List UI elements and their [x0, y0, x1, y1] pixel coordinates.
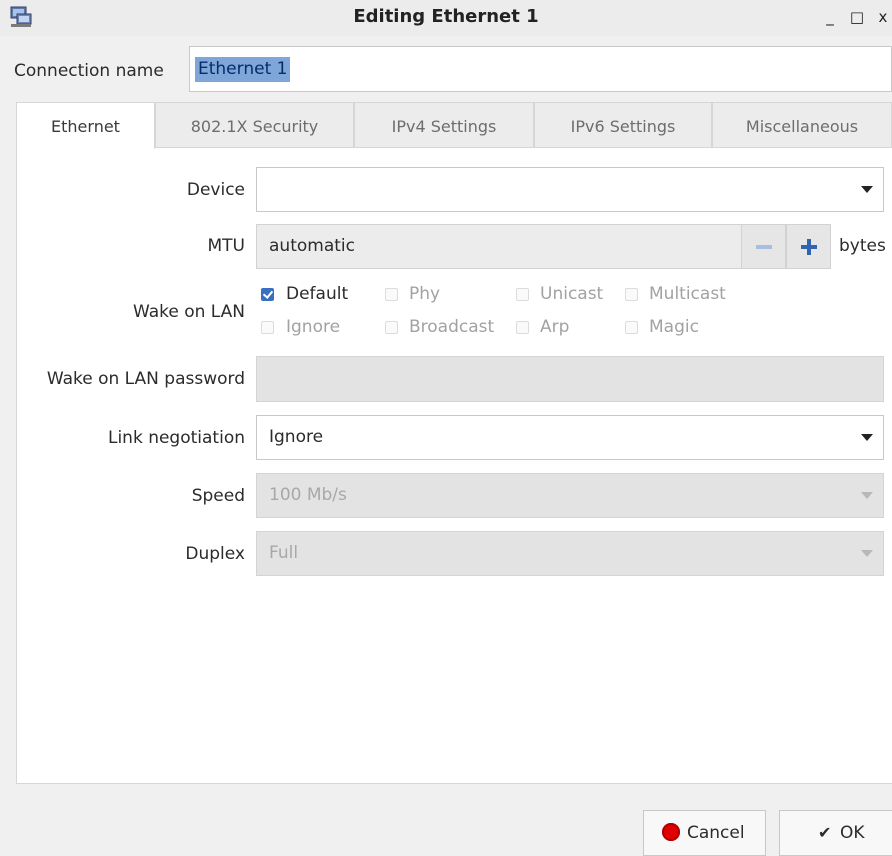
wol-password-input[interactable]: [256, 356, 884, 402]
wol-default-checkbox[interactable]: [261, 288, 274, 301]
checkmark-icon: ✔: [818, 823, 832, 842]
tab-ipv4-settings[interactable]: IPv4 Settings: [354, 102, 534, 148]
link-negotiation-label: Link negotiation: [107, 428, 245, 448]
wol-phy-checkbox[interactable]: [385, 288, 398, 301]
close-button[interactable]: x: [872, 6, 892, 28]
wol-multicast-checkbox[interactable]: [625, 288, 638, 301]
cancel-icon: [662, 823, 680, 841]
speed-value: 100 Mb/s: [269, 485, 347, 505]
mtu-increment-button[interactable]: [786, 224, 831, 269]
cancel-button[interactable]: Cancel: [643, 810, 766, 856]
connection-name-value: Ethernet 1: [195, 57, 291, 82]
wake-on-lan-label: Wake on LAN: [132, 302, 245, 322]
wol-ignore-checkbox[interactable]: [261, 321, 274, 334]
chevron-down-icon: [861, 186, 873, 193]
ok-label: OK: [840, 823, 865, 843]
chevron-down-icon: [861, 550, 873, 557]
wol-default-label: Default: [286, 284, 349, 304]
wol-magic-label: Magic: [649, 317, 699, 337]
mtu-label: MTU: [207, 236, 246, 256]
chevron-down-icon: [861, 492, 873, 499]
wol-arp-label: Arp: [540, 317, 570, 337]
wol-multicast-label: Multicast: [649, 284, 726, 304]
chevron-down-icon: [861, 434, 873, 441]
wol-phy-label: Phy: [409, 284, 441, 304]
duplex-combo[interactable]: Full: [256, 531, 884, 576]
wol-unicast-checkbox[interactable]: [516, 288, 529, 301]
tab-bar: Ethernet 802.1X Security IPv4 Settings I…: [16, 102, 892, 149]
mtu-input[interactable]: automatic: [256, 224, 742, 269]
tab-miscellaneous[interactable]: Miscellaneous: [712, 102, 892, 148]
mtu-decrement-button[interactable]: [741, 224, 786, 269]
device-combo[interactable]: [256, 167, 884, 212]
link-negotiation-value: Ignore: [269, 427, 324, 447]
mtu-unit-label: bytes: [839, 236, 886, 256]
mtu-value: automatic: [269, 236, 355, 256]
wol-arp-checkbox[interactable]: [516, 321, 529, 334]
link-negotiation-combo[interactable]: Ignore: [256, 415, 884, 460]
duplex-label: Duplex: [185, 544, 245, 564]
tab-ethernet[interactable]: Ethernet: [16, 102, 155, 149]
cancel-label: Cancel: [687, 823, 745, 843]
connection-name-input[interactable]: Ethernet 1: [189, 46, 892, 92]
maximize-button[interactable]: □: [846, 6, 868, 28]
wol-unicast-label: Unicast: [540, 284, 604, 304]
speed-label: Speed: [191, 486, 245, 506]
duplex-value: Full: [269, 543, 299, 563]
tab-802-1x-security[interactable]: 802.1X Security: [155, 102, 354, 148]
ok-button[interactable]: ✔ OK: [779, 810, 892, 856]
wol-broadcast-checkbox[interactable]: [385, 321, 398, 334]
minimize-button[interactable]: _: [819, 6, 841, 28]
device-label: Device: [186, 180, 245, 200]
wol-ignore-label: Ignore: [286, 317, 341, 337]
wol-password-label: Wake on LAN password: [46, 369, 245, 389]
wol-magic-checkbox[interactable]: [625, 321, 638, 334]
tab-ipv6-settings[interactable]: IPv6 Settings: [534, 102, 712, 148]
wol-broadcast-label: Broadcast: [409, 317, 495, 337]
speed-combo[interactable]: 100 Mb/s: [256, 473, 884, 518]
window-title: Editing Ethernet 1: [353, 6, 539, 27]
connection-name-label: Connection name: [14, 61, 164, 81]
